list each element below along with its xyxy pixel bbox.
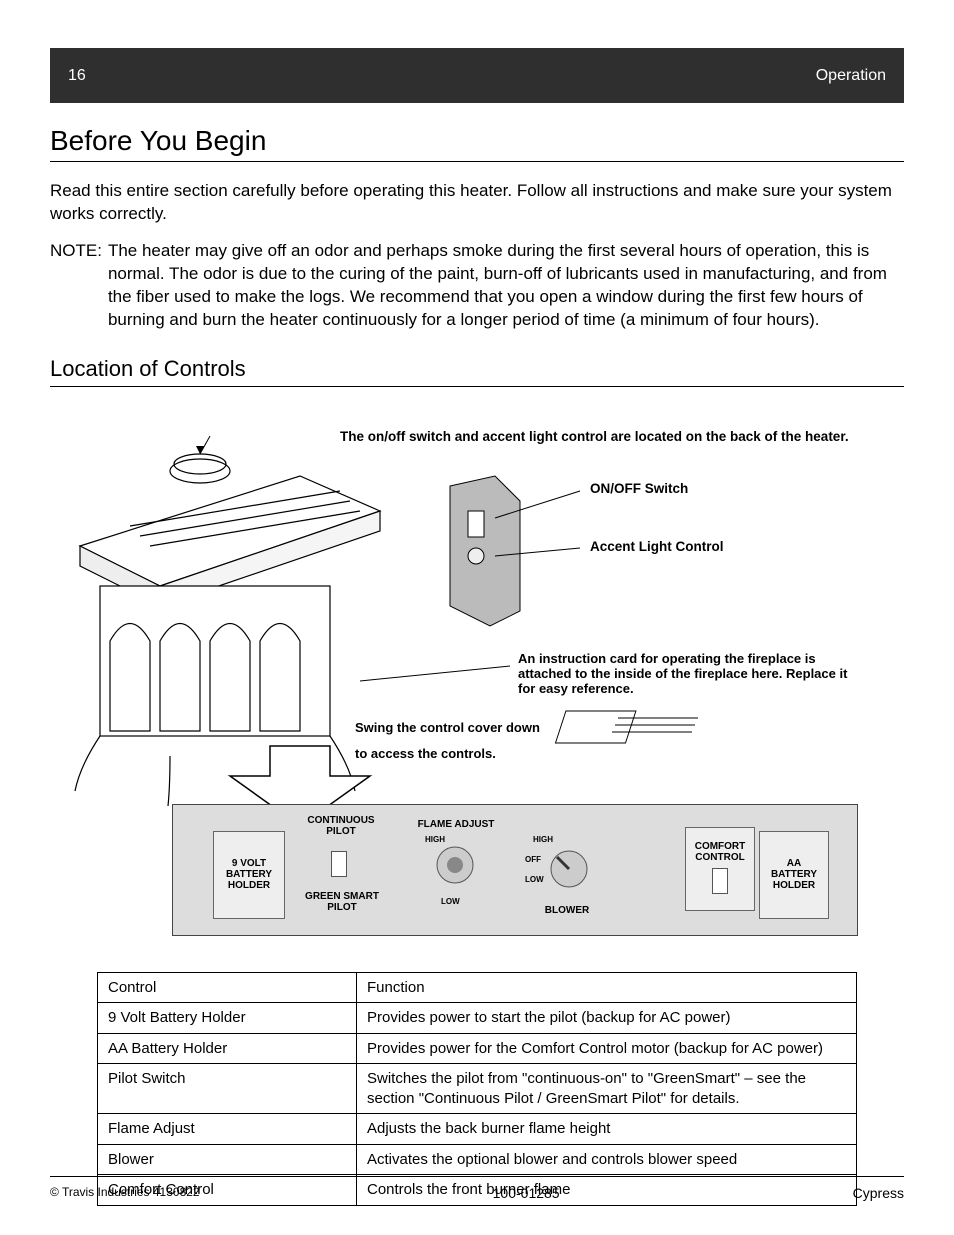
row-pilot-d: Switches the pilot from "continuous-on" … (357, 1064, 857, 1114)
callout-top: The on/off switch and accent light contr… (340, 429, 900, 444)
header-banner: 16 Operation (50, 48, 904, 103)
note-body: The heater may give off an odor and perh… (108, 240, 904, 332)
controls-table: ControlFunction 9 Volt Battery HolderPro… (50, 972, 904, 1206)
page-number: 16 (68, 67, 86, 85)
continuous-pilot-label: CONTINUOUS PILOT (301, 815, 381, 837)
callout-accent: Accent Light Control (590, 539, 724, 554)
note-label: NOTE: (50, 240, 102, 332)
row-blower-c: Blower (98, 1144, 357, 1175)
rule-divider (50, 161, 904, 162)
greensmart-label: GREEN SMART PILOT (299, 891, 385, 913)
callout-swing-1: Swing the control cover down (355, 720, 540, 735)
row-aa-c: AA Battery Holder (98, 1033, 357, 1064)
blower-low-label: LOW (525, 875, 544, 884)
flame-adjust-dial[interactable] (433, 843, 477, 887)
blower-label: BLOWER (537, 905, 597, 916)
blower-off-label: OFF (525, 855, 541, 864)
callout-swing-2: to access the controls. (355, 746, 496, 761)
footer-copyright: © Travis Industries 4130822 (50, 1185, 200, 1201)
callout-onoff: ON/OFF Switch (590, 481, 688, 496)
row-flame-d: Adjusts the back burner flame height (357, 1114, 857, 1145)
footer-code: 100-01285 (493, 1185, 560, 1201)
flame-adjust-label: FLAME ADJUST (411, 819, 501, 830)
row-pilot-c: Pilot Switch (98, 1064, 357, 1114)
row-aa-d: Provides power for the Comfort Control m… (357, 1033, 857, 1064)
pilot-switch-icon[interactable] (331, 849, 347, 884)
footer-model: Cypress (853, 1185, 904, 1201)
th-function: Function (357, 972, 857, 1003)
aa-battery-label: AA BATTERY HOLDER (771, 858, 817, 891)
rule-divider-2 (50, 386, 904, 387)
control-panel: 9 VOLT BATTERY HOLDER CONTINUOUS PILOT G… (172, 804, 858, 936)
flame-low-label: LOW (441, 897, 460, 906)
nine-volt-label: 9 VOLT BATTERY HOLDER (226, 858, 272, 891)
blower-dial[interactable] (547, 847, 591, 891)
aa-battery-holder: AA BATTERY HOLDER (759, 831, 829, 919)
intro-text: Read this entire section carefully befor… (50, 180, 904, 226)
th-control: Control (98, 972, 357, 1003)
note-block: NOTE: The heater may give off an odor an… (50, 240, 904, 332)
callout-instruction-card: An instruction card for operating the fi… (518, 651, 858, 696)
row-9v-d: Provides power to start the pilot (backu… (357, 1003, 857, 1034)
nine-volt-holder: 9 VOLT BATTERY HOLDER (213, 831, 285, 919)
row-9v-c: 9 Volt Battery Holder (98, 1003, 357, 1034)
sub-section-title: Location of Controls (50, 356, 904, 382)
comfort-control-label: COMFORT CONTROL (695, 841, 746, 863)
section-title: Before You Begin (50, 125, 904, 157)
section-label: Operation (816, 67, 886, 85)
row-flame-c: Flame Adjust (98, 1114, 357, 1145)
comfort-control-box[interactable]: COMFORT CONTROL (685, 827, 755, 911)
footer: © Travis Industries 4130822 100-01285 Cy… (50, 1176, 904, 1201)
row-blower-d: Activates the optional blower and contro… (357, 1144, 857, 1175)
comfort-switch-icon (712, 868, 728, 894)
blower-high-label: HIGH (533, 835, 553, 844)
controls-diagram: The on/off switch and accent light contr… (50, 405, 904, 966)
